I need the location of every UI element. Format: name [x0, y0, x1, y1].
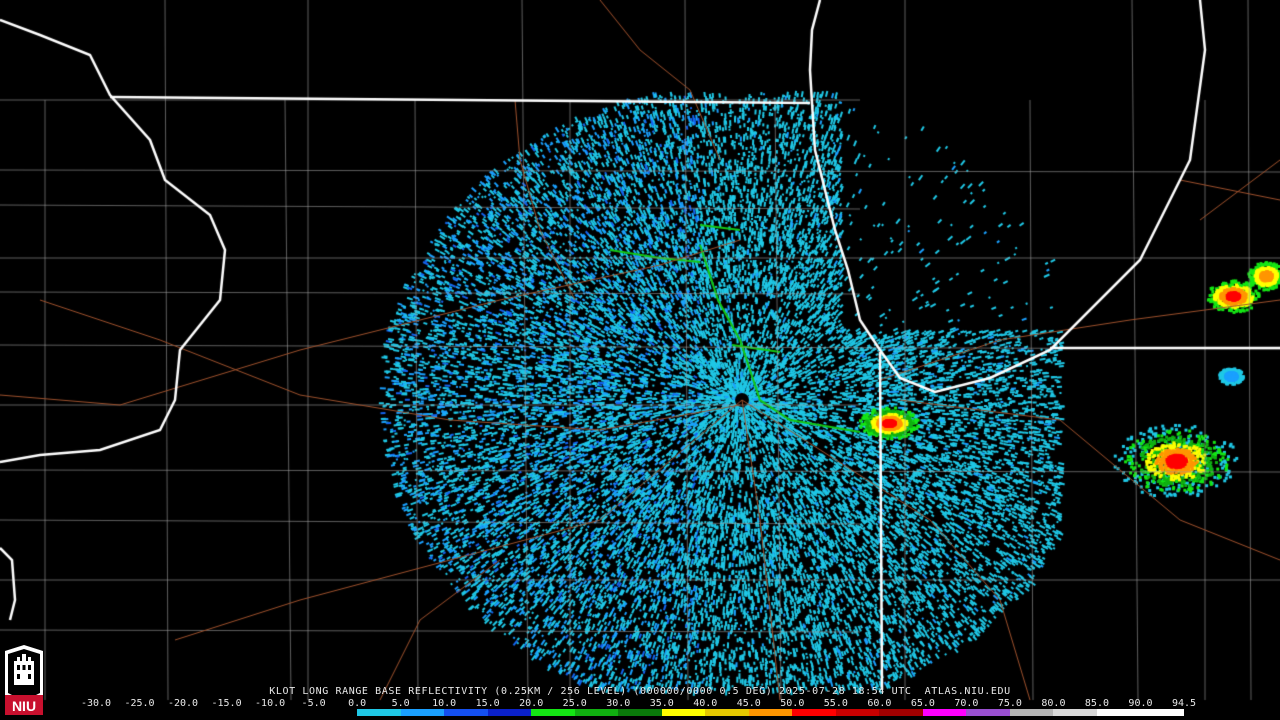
scale-color-swatch: [618, 709, 662, 716]
scale-tick-label: 10.0: [432, 698, 457, 709]
scale-tick-label: 40.0: [693, 698, 718, 709]
scale-color-swatch: [183, 709, 227, 716]
scale-color-swatch: [1096, 709, 1141, 716]
scale-tick-label: 55.0: [823, 698, 848, 709]
scale-tick-label: -30.0: [80, 698, 112, 709]
color-scale-labels: -30.0 -25.0 -20.0 -15.0 -10.0 -5.0 0.0 5.0 10.0 1…: [81, 698, 1197, 709]
scale-tick-label: 85.0: [1084, 698, 1109, 709]
scale-color-swatch: [357, 709, 401, 716]
scale-tick-label: 70.0: [954, 698, 979, 709]
niu-logo: NIU: [5, 645, 43, 715]
scale-tick-label: -10.0: [255, 698, 286, 709]
scale-color-swatch: [922, 709, 967, 716]
scale-tick-label: -5.0: [301, 698, 326, 709]
scale-color-swatch: [966, 709, 1010, 716]
scale-tick-label: 65.0: [910, 698, 935, 709]
scale-tick-label: 80.0: [1041, 698, 1066, 709]
scale-tick-label: 20.0: [519, 698, 544, 709]
scale-color-swatch: [226, 709, 271, 716]
scale-tick-label: 75.0: [997, 698, 1022, 709]
logo-text: NIU: [12, 698, 36, 714]
product-title: KLOT LONG RANGE BASE REFLECTIVITY (0.25K…: [269, 686, 1011, 697]
scale-color-swatch: [313, 709, 358, 716]
scale-color-swatch: [1009, 709, 1054, 716]
scale-color-swatch: [792, 709, 836, 716]
scale-color-swatch: [879, 709, 923, 716]
radar-map: [0, 0, 1280, 720]
scale-tick-label: 15.0: [475, 698, 500, 709]
scale-color-swatch: [835, 709, 880, 716]
scale-tick-label: 94.5: [1171, 698, 1197, 709]
scale-tick-label: 50.0: [780, 698, 805, 709]
scale-tick-label: 5.0: [391, 698, 410, 709]
scale-color-swatch: [139, 709, 184, 716]
scale-tick-label: 35.0: [649, 698, 674, 709]
scale-tick-label: -25.0: [124, 698, 155, 709]
scale-color-swatch: [400, 709, 445, 716]
scale-color-swatch: [748, 709, 793, 716]
scale-tick-label: 60.0: [867, 698, 892, 709]
scale-color-swatch: [487, 709, 532, 716]
scale-tick-label: 25.0: [562, 698, 587, 709]
scale-color-swatch: [705, 709, 749, 716]
scale-color-swatch: [531, 709, 575, 716]
scale-tick-label: 30.0: [606, 698, 631, 709]
scale-color-swatch: [270, 709, 314, 716]
scale-tick-label: 0.0: [348, 698, 367, 709]
scale-tick-label: 45.0: [736, 698, 761, 709]
scale-tick-label: 90.0: [1128, 698, 1153, 709]
scale-tick-label: -20.0: [167, 698, 199, 709]
scale-tick-label: -15.0: [211, 698, 242, 709]
scale-color-swatch: [444, 709, 488, 716]
scale-color-swatch: [1053, 709, 1097, 716]
scale-color-swatch: [96, 709, 140, 716]
color-scale-bar: [96, 709, 1184, 716]
scale-color-swatch: [574, 709, 619, 716]
scale-color-swatch: [1140, 709, 1184, 716]
scale-color-swatch: [661, 709, 706, 716]
